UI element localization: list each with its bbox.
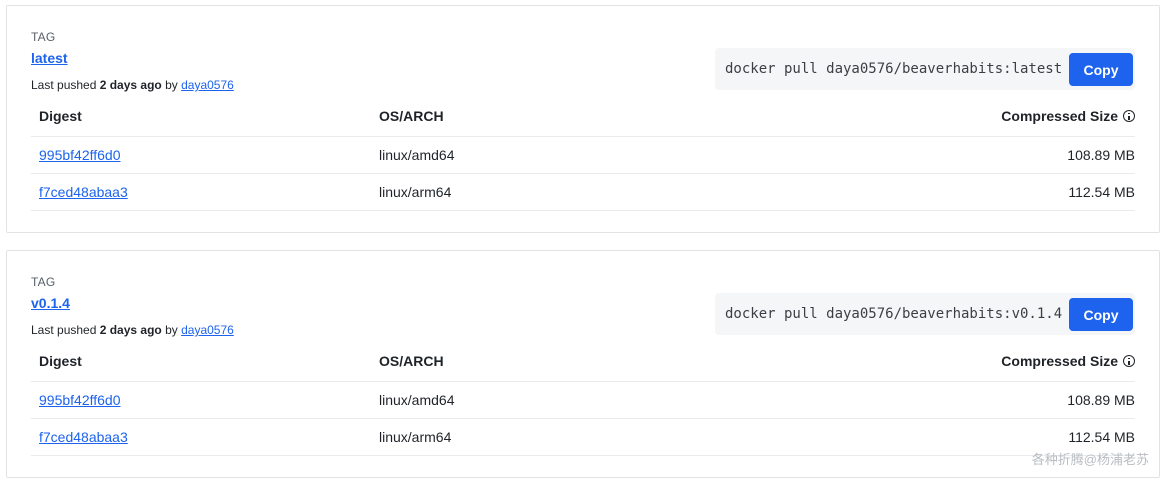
arch-column-header: OS/ARCH — [379, 353, 444, 369]
digest-column-header: Digest — [39, 353, 82, 369]
last-pushed-info: Last pushed 2 days ago by daya0576 — [31, 78, 234, 92]
pushed-by: by — [161, 323, 182, 337]
table-row: f7ced48abaa3 linux/arm64 112.54 MB — [31, 174, 1135, 211]
info-icon[interactable] — [1123, 110, 1135, 122]
digest-table: Digest OS/ARCH Compressed Size 995bf42ff… — [31, 341, 1135, 456]
size-column-label: Compressed Size — [1001, 353, 1118, 369]
os-arch: linux/amd64 — [379, 147, 455, 163]
pushed-user-link[interactable]: daya0576 — [181, 323, 234, 337]
size-column-label: Compressed Size — [1001, 108, 1118, 124]
os-arch: linux/arm64 — [379, 184, 452, 200]
pushed-by: by — [161, 78, 182, 92]
pushed-user-link[interactable]: daya0576 — [181, 78, 234, 92]
digest-link[interactable]: 995bf42ff6d0 — [39, 147, 121, 163]
size-column-header: Compressed Size — [1001, 353, 1135, 369]
pushed-prefix: Last pushed — [31, 78, 100, 92]
last-pushed-info: Last pushed 2 days ago by daya0576 — [31, 323, 234, 337]
tag-card-latest: TAG latest Last pushed 2 days ago by day… — [6, 5, 1160, 233]
copy-button[interactable]: Copy — [1069, 298, 1133, 331]
tag-name-link[interactable]: latest — [31, 50, 68, 66]
table-header: Digest OS/ARCH Compressed Size — [31, 341, 1135, 382]
os-arch: linux/amd64 — [379, 392, 455, 408]
compressed-size: 108.89 MB — [1067, 392, 1135, 408]
digest-link[interactable]: f7ced48abaa3 — [39, 429, 128, 445]
pushed-prefix: Last pushed — [31, 323, 100, 337]
copy-button[interactable]: Copy — [1069, 53, 1133, 86]
tag-label: TAG — [31, 30, 56, 44]
digest-table: Digest OS/ARCH Compressed Size 995bf42ff… — [31, 96, 1135, 211]
arch-column-header: OS/ARCH — [379, 108, 444, 124]
digest-link[interactable]: 995bf42ff6d0 — [39, 392, 121, 408]
digest-column-header: Digest — [39, 108, 82, 124]
table-header: Digest OS/ARCH Compressed Size — [31, 96, 1135, 137]
compressed-size: 112.54 MB — [1068, 184, 1135, 200]
tag-name-link[interactable]: v0.1.4 — [31, 295, 70, 311]
info-icon[interactable] — [1123, 355, 1135, 367]
pushed-ago: 2 days ago — [99, 323, 162, 337]
pull-command: docker pull daya0576/beaverhabits:latest — [725, 61, 1063, 77]
pull-command-box: docker pull daya0576/beaverhabits:latest… — [715, 48, 1135, 90]
digest-link[interactable]: f7ced48abaa3 — [39, 184, 128, 200]
table-row: f7ced48abaa3 linux/arm64 112.54 MB — [31, 419, 1135, 456]
tag-card-v0.1.4: TAG v0.1.4 Last pushed 2 days ago by day… — [6, 250, 1160, 478]
compressed-size: 112.54 MB — [1068, 429, 1135, 445]
compressed-size: 108.89 MB — [1067, 147, 1135, 163]
pull-command: docker pull daya0576/beaverhabits:v0.1.4 — [725, 306, 1063, 322]
pushed-ago: 2 days ago — [99, 78, 162, 92]
pull-command-box: docker pull daya0576/beaverhabits:v0.1.4… — [715, 293, 1135, 335]
size-column-header: Compressed Size — [1001, 108, 1135, 124]
table-row: 995bf42ff6d0 linux/amd64 108.89 MB — [31, 382, 1135, 419]
tag-label: TAG — [31, 275, 56, 289]
table-row: 995bf42ff6d0 linux/amd64 108.89 MB — [31, 137, 1135, 174]
os-arch: linux/arm64 — [379, 429, 452, 445]
watermark-text: 各种折腾@杨浦老苏 — [1031, 452, 1149, 467]
